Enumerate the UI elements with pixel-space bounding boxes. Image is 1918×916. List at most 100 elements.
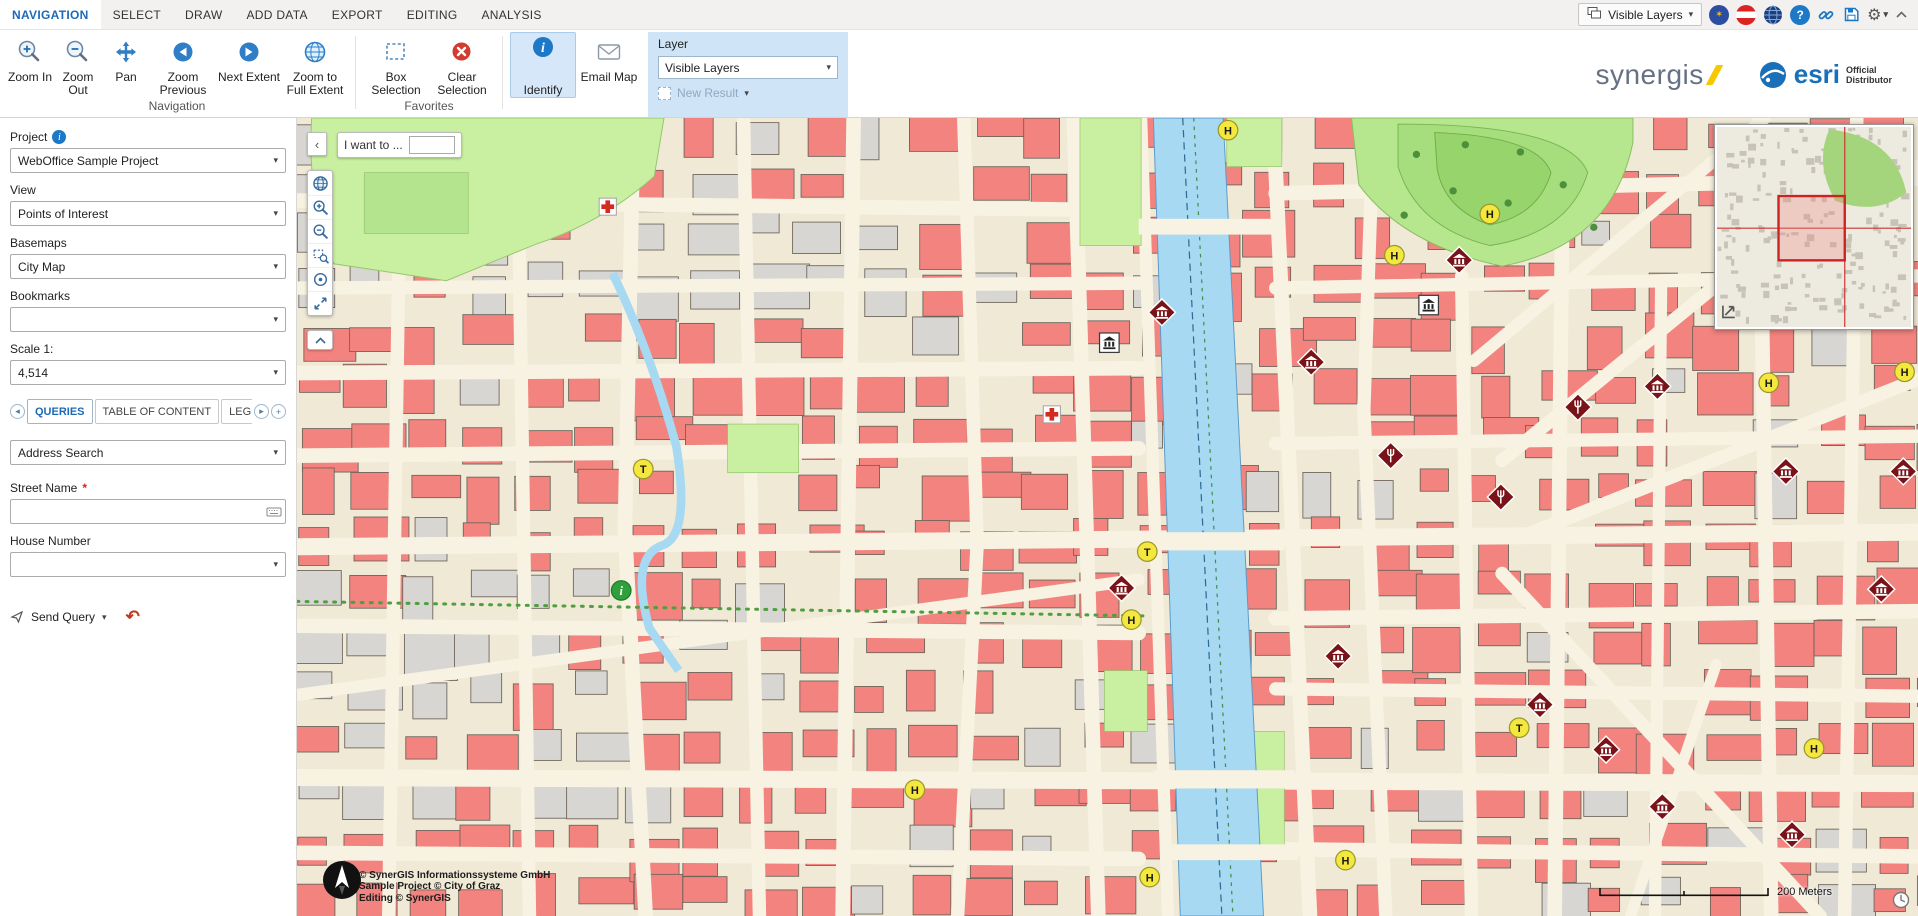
reset-query-icon[interactable]: ↶ — [126, 607, 140, 627]
top-menu-bar: NAVIGATIONSELECTDRAWADD DATAEXPORTEDITIN… — [0, 0, 1918, 30]
link-icon[interactable] — [1817, 5, 1835, 25]
zoom-in-icon — [16, 38, 44, 69]
map-marker-h[interactable]: H — [1336, 850, 1356, 869]
email-map-button[interactable]: Email Map — [576, 32, 642, 98]
zoom-in-button[interactable]: Zoom In — [6, 32, 54, 98]
visible-layers-label: Visible Layers — [1608, 8, 1682, 22]
overview-extent-rect[interactable] — [1779, 196, 1845, 260]
ribbon-separator — [355, 36, 356, 109]
layer-select[interactable]: Visible Layers ▾ — [658, 56, 838, 79]
map-marker-h[interactable]: H — [1480, 204, 1500, 223]
panel-tab-queries[interactable]: QUERIES — [27, 399, 93, 424]
tab-export[interactable]: EXPORT — [320, 0, 395, 29]
settings-gear-icon[interactable]: ⚙▾ — [1867, 5, 1888, 25]
map-marker-t[interactable]: T — [633, 459, 653, 478]
keyboard-icon[interactable] — [266, 504, 282, 523]
next-extent-button[interactable]: Next Extent — [216, 32, 282, 98]
bookmarks-select[interactable]: ▾ — [10, 307, 286, 332]
globe-language-icon[interactable] — [1763, 5, 1783, 25]
project-select[interactable]: WebOffice Sample Project▾ — [10, 148, 286, 173]
send-query-button[interactable]: Send Query ▾ ↶ — [10, 607, 286, 627]
tab-editing[interactable]: EDITING — [395, 0, 470, 29]
identify-button[interactable]: i Identify — [510, 32, 576, 98]
map-marker-museum2[interactable] — [1100, 333, 1120, 352]
tab-analysis[interactable]: ANALYSIS — [469, 0, 553, 29]
zoom-out-button[interactable]: Zoom Out — [54, 32, 102, 98]
save-icon[interactable] — [1842, 5, 1860, 25]
tab-add-data[interactable]: ADD DATA — [234, 0, 319, 29]
scale-bar-label: 200 Meters — [1777, 886, 1832, 898]
view-select[interactable]: Points of Interest▾ — [10, 201, 286, 226]
panel-tab-table-of-content[interactable]: TABLE OF CONTENT — [95, 399, 220, 424]
panel-tab-bar: ◂ QUERIESTABLE OF CONTENTLEGENDL ▸ + — [10, 399, 286, 424]
clear-selection-button[interactable]: Clear Selection — [429, 32, 495, 98]
help-icon[interactable]: ? — [1790, 5, 1810, 25]
map-marker-i[interactable]: i — [611, 581, 631, 600]
box-selection-label: Box Selection — [364, 71, 428, 97]
basemaps-select[interactable]: City Map▾ — [10, 254, 286, 279]
globe-tool-icon[interactable] — [308, 171, 332, 195]
collapse-ribbon-icon[interactable] — [1895, 8, 1908, 22]
street-name-input[interactable] — [10, 499, 286, 524]
zoom-full-extent-label: Zoom to Full Extent — [283, 71, 347, 97]
tab-draw[interactable]: DRAW — [173, 0, 234, 29]
map-marker-t[interactable]: T — [1137, 542, 1157, 561]
i-want-to-input[interactable] — [409, 136, 455, 154]
tabs-add-icon[interactable]: + — [271, 404, 286, 419]
zoom-window-tool-icon[interactable] — [308, 243, 332, 267]
map-marker-t[interactable]: T — [1509, 718, 1529, 737]
map-marker-h[interactable]: H — [1759, 373, 1779, 392]
layer-label: Layer — [658, 37, 838, 51]
copyright-line: Sample Project © City of Graz — [359, 881, 550, 893]
map-marker-h[interactable]: H — [905, 780, 925, 799]
basemaps-label: Basemaps — [10, 236, 286, 250]
map-marker-h[interactable]: H — [1140, 867, 1160, 886]
ribbon: Zoom In Zoom Out Pan Zoom Previous Next … — [0, 30, 1918, 118]
new-result-button[interactable]: New Result ▾ — [658, 86, 838, 100]
sidebar-collapse-button[interactable]: ‹ — [307, 132, 327, 156]
map-marker-cross[interactable] — [1043, 406, 1060, 423]
map-marker-h[interactable]: H — [1122, 610, 1142, 629]
zoom-full-extent-button[interactable]: Zoom to Full Extent — [282, 32, 348, 98]
map-marker-h[interactable]: H — [1804, 739, 1824, 758]
esri-logo: esri OfficialDistributor — [1758, 59, 1892, 90]
north-arrow[interactable] — [321, 859, 363, 904]
ribbon-tab-bar: NAVIGATIONSELECTDRAWADD DATAEXPORTEDITIN… — [0, 0, 554, 29]
zoom-out-tool-icon[interactable] — [308, 219, 332, 243]
overview-map[interactable] — [1714, 124, 1914, 330]
center-tool-icon[interactable] — [308, 267, 332, 291]
toolbar-collapse-up-button[interactable] — [307, 330, 333, 350]
zoom-in-tool-icon[interactable] — [308, 195, 332, 219]
chevron-down-icon: ▾ — [1689, 9, 1694, 20]
map-marker-cross[interactable] — [599, 198, 616, 215]
group-label-favorites: Favorites — [363, 98, 495, 117]
eu-flag-icon[interactable]: ✶ — [1709, 5, 1729, 25]
send-query-icon — [10, 610, 24, 624]
panel-tab-legend[interactable]: LEGEND — [221, 399, 252, 424]
map-marker-h[interactable]: H — [1895, 362, 1915, 381]
tab-navigation[interactable]: NAVIGATION — [0, 0, 101, 29]
map-marker-h[interactable]: H — [1218, 120, 1238, 139]
info-icon[interactable]: i — [52, 130, 66, 144]
austria-flag-icon[interactable] — [1736, 5, 1756, 25]
zoom-previous-button[interactable]: Zoom Previous — [150, 32, 216, 98]
visible-layers-dropdown[interactable]: Visible Layers ▾ — [1578, 3, 1702, 26]
map-canvas[interactable]: i T T T H H H H H H H H H H — [297, 118, 1918, 916]
map-marker-museum2[interactable] — [1419, 295, 1439, 314]
scale-select[interactable]: 4,514▾ — [10, 360, 286, 385]
tabs-scroll-right-icon[interactable]: ▸ — [254, 404, 269, 419]
synergis-slash — [1705, 65, 1723, 85]
left-panel: Projecti WebOffice Sample Project▾ View … — [0, 118, 297, 916]
query-type-select[interactable]: Address Search▾ — [10, 440, 286, 465]
house-number-select[interactable]: ▾ — [10, 552, 286, 577]
history-clock-icon[interactable] — [1892, 891, 1910, 912]
map-area[interactable]: i T T T H H H H H H H H H H ‹ I want to ... — [297, 118, 1918, 916]
box-selection-button[interactable]: Box Selection — [363, 32, 429, 98]
svg-text:H: H — [1127, 615, 1135, 627]
pan-button[interactable]: Pan — [102, 32, 150, 98]
map-marker-h[interactable]: H — [1385, 246, 1405, 265]
tabs-scroll-left-icon[interactable]: ◂ — [10, 404, 25, 419]
expand-tool-icon[interactable] — [308, 291, 332, 315]
i-want-to-search[interactable]: I want to ... — [337, 132, 462, 158]
tab-select[interactable]: SELECT — [101, 0, 173, 29]
